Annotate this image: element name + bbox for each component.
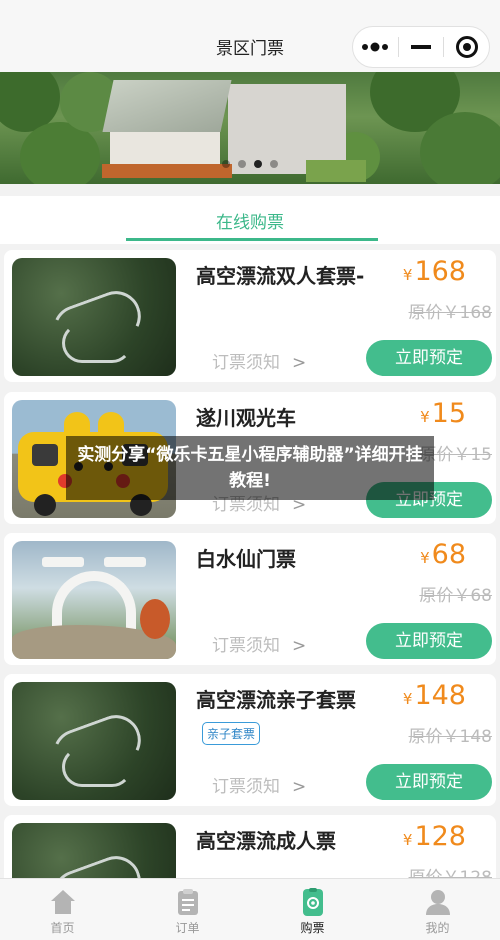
booking-notice-link[interactable]: 订票须知 > — [212, 772, 306, 797]
ticket-price: ¥128 — [403, 821, 466, 852]
nav-item-profile[interactable]: 我的 — [375, 879, 500, 940]
carousel-dot-active[interactable] — [254, 160, 262, 168]
price-value: 148 — [414, 680, 466, 711]
chevron-right-icon: > — [292, 777, 307, 797]
price-value: 128 — [414, 821, 466, 852]
ticket-thumbnail — [12, 682, 176, 800]
notice-label: 订票须知 — [212, 777, 280, 797]
book-now-button[interactable]: 立即预定 — [366, 340, 492, 376]
currency-symbol: ¥ — [402, 266, 413, 284]
nav-label: 首页 — [50, 921, 75, 935]
price-value: 15 — [431, 398, 466, 429]
arch-roof-shape — [104, 557, 146, 567]
ticket-icon — [298, 887, 328, 917]
nav-label: 购票 — [300, 921, 325, 935]
chevron-right-icon: > — [292, 636, 307, 656]
ticket-card[interactable]: 白水仙门票 ¥68 原价￥68 订票须知 > 立即预定 — [4, 533, 496, 665]
tab-bar: 在线购票 — [0, 196, 500, 244]
booking-notice-link[interactable]: 订票须知 > — [212, 348, 306, 373]
tree-shape — [140, 599, 170, 639]
nav-item-home[interactable]: 首页 — [0, 879, 125, 940]
banner-roof — [102, 80, 232, 132]
tab-underline — [126, 238, 378, 241]
bottom-tab-bar: 首页 订单 购票 我的 — [0, 878, 500, 940]
ticket-title: 遂川观光车 — [196, 406, 296, 430]
bus-window-shape — [32, 444, 58, 466]
target-close-icon[interactable] — [444, 27, 489, 67]
ticket-title: 高空漂流成人票 — [196, 829, 336, 853]
ticket-card[interactable]: 高空漂流亲子套票 ¥148 原价￥148 亲子套票 订票须知 > 立即预定 — [4, 674, 496, 806]
ticket-tag: 亲子套票 — [202, 722, 261, 745]
book-now-button[interactable]: 立即预定 — [366, 764, 492, 800]
nav-label: 订单 — [175, 921, 200, 935]
ticket-price: ¥68 — [420, 539, 466, 570]
ticket-card[interactable]: 高空漂流双人套票- ¥168 原价￥168 订票须知 > 立即预定 — [4, 250, 496, 382]
chevron-right-icon: > — [292, 353, 307, 373]
glass-walkway-shape — [62, 747, 132, 787]
original-price: 原价￥168 — [408, 303, 492, 323]
minimize-icon[interactable] — [399, 27, 444, 67]
carousel-dot[interactable] — [270, 160, 278, 168]
nav-label: 我的 — [425, 921, 450, 935]
mini-program-capsule — [352, 26, 490, 68]
more-dots-icon[interactable] — [353, 27, 398, 67]
ticket-title: 高空漂流双人套票- — [196, 264, 365, 288]
home-icon — [48, 887, 78, 917]
currency-symbol: ¥ — [402, 831, 413, 849]
ticket-title: 高空漂流亲子套票 — [196, 688, 356, 712]
clipboard-icon — [173, 887, 203, 917]
ticket-thumbnail — [12, 541, 176, 659]
book-now-button[interactable]: 立即预定 — [366, 623, 492, 659]
currency-symbol: ¥ — [420, 408, 430, 426]
ticket-price: ¥148 — [403, 680, 466, 711]
nav-item-orders[interactable]: 订单 — [125, 879, 250, 940]
user-icon — [423, 887, 453, 917]
carousel-dots — [0, 160, 500, 168]
price-value: 68 — [431, 539, 466, 570]
bus-wheel-shape — [34, 494, 56, 516]
carousel-dot[interactable] — [238, 160, 246, 168]
notice-label: 订票须知 — [212, 636, 280, 656]
original-price: 原价￥68 — [419, 586, 492, 606]
booking-notice-link[interactable]: 订票须知 > — [212, 631, 306, 656]
overlay-text: 实测分享“微乐卡五星小程序辅助器”详细开挂教程! — [77, 445, 423, 491]
original-price: 原价￥148 — [408, 727, 492, 747]
currency-symbol: ¥ — [420, 549, 430, 567]
notice-label: 订票须知 — [212, 353, 280, 373]
promo-overlay-caption: 实测分享“微乐卡五星小程序辅助器”详细开挂教程! — [66, 436, 434, 500]
ticket-price: ¥168 — [403, 256, 466, 287]
currency-symbol: ¥ — [402, 690, 413, 708]
ticket-title: 白水仙门票 — [196, 547, 296, 571]
glass-walkway-shape — [62, 323, 132, 363]
ticket-thumbnail — [12, 258, 176, 376]
price-value: 168 — [414, 256, 466, 287]
arch-roof-shape — [42, 557, 84, 567]
nav-header: 景区门票 — [0, 0, 500, 72]
carousel-dot[interactable] — [222, 160, 230, 168]
ticket-price: ¥15 — [420, 398, 466, 429]
tab-online-purchase[interactable]: 在线购票 — [0, 208, 500, 233]
nav-item-tickets[interactable]: 购票 — [250, 879, 375, 940]
